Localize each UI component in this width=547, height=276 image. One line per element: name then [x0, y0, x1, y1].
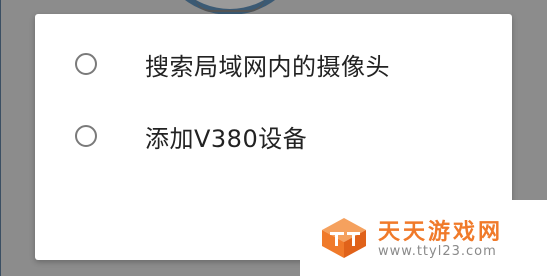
radio-button-icon[interactable]	[75, 125, 97, 147]
radio-button-icon[interactable]	[75, 53, 97, 75]
tt-logo-icon	[320, 216, 368, 264]
option-label: 搜索局域网内的摄像头	[145, 52, 390, 81]
site-watermark: 天天游戏网 www.ttyl23.com	[300, 200, 547, 276]
option-search-lan-camera[interactable]: 搜索局域网内的摄像头	[35, 32, 512, 96]
option-label: 添加V380设备	[145, 124, 308, 153]
option-add-v380-device[interactable]: 添加V380设备	[35, 104, 512, 168]
watermark-title: 天天游戏网	[378, 220, 504, 245]
watermark-url: www.ttyl23.com	[378, 244, 497, 259]
